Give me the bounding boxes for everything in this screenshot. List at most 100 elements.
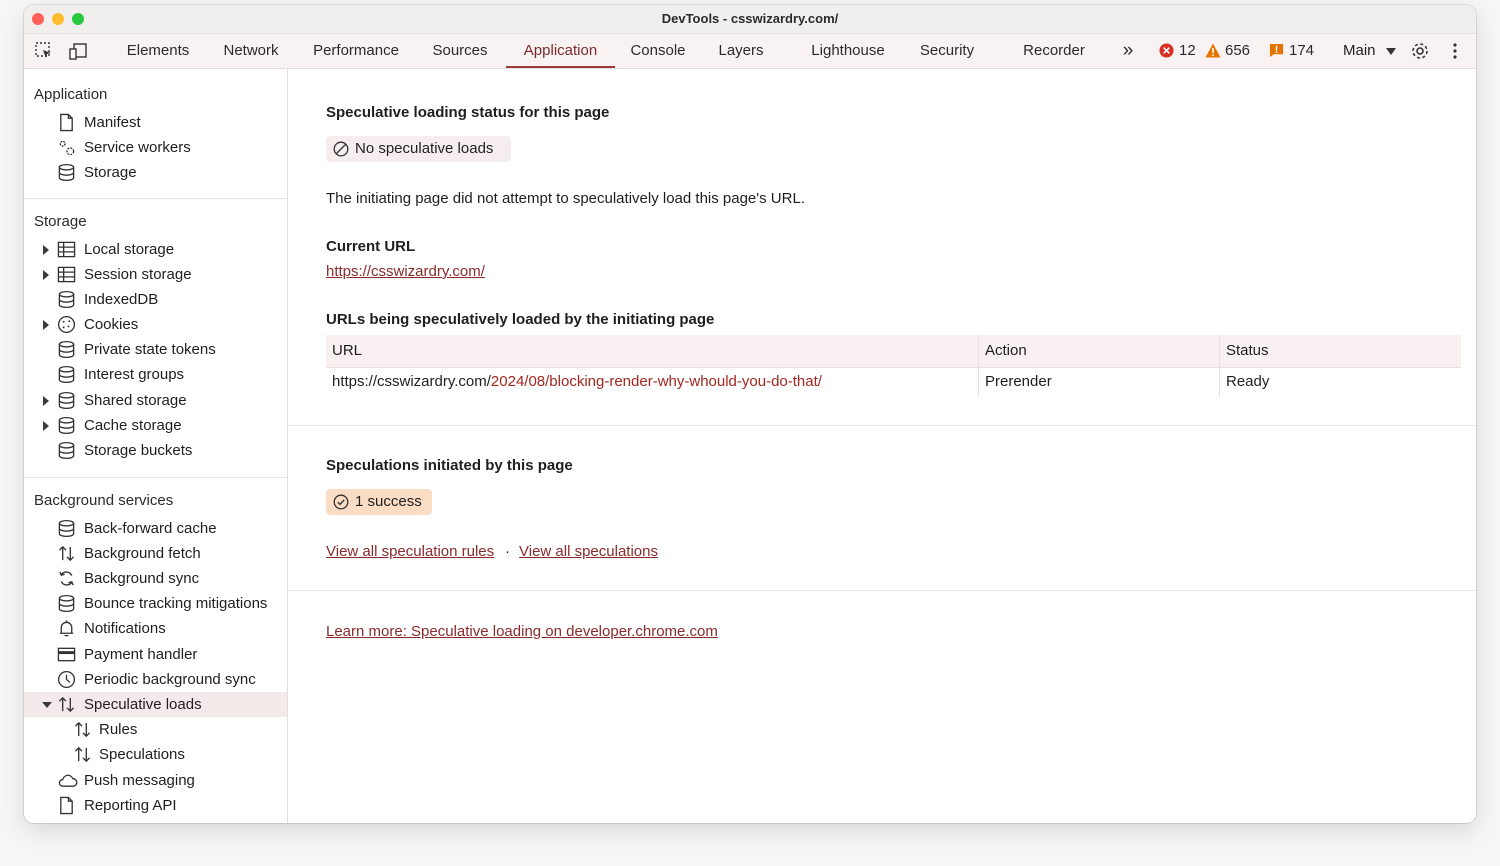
check-circle-icon bbox=[333, 494, 349, 510]
sidebar-item-session-storage[interactable]: Session storage bbox=[24, 262, 287, 287]
sidebar-item-cache-storage[interactable]: Cache storage bbox=[24, 413, 287, 438]
link-separator: · bbox=[505, 543, 510, 560]
column-header-status[interactable]: Status bbox=[1220, 336, 1461, 366]
sidebar-item-private-state-tokens[interactable]: Private state tokens bbox=[24, 337, 287, 362]
inspect-element-icon[interactable] bbox=[34, 41, 54, 61]
sidebar-item-speculations[interactable]: Speculations bbox=[24, 742, 287, 767]
sidebar-item-label: Speculations bbox=[99, 746, 185, 763]
sidebar-item-reporting-api[interactable]: Reporting API bbox=[24, 793, 287, 818]
sidebar-item-payment-handler[interactable]: Payment handler bbox=[24, 642, 287, 667]
sidebar-item-push-messaging[interactable]: Push messaging bbox=[24, 768, 287, 793]
sidebar-item-manifest[interactable]: Manifest bbox=[24, 110, 287, 135]
column-header-url[interactable]: URL bbox=[326, 336, 978, 366]
table-icon bbox=[57, 266, 76, 283]
section-title-application: Application bbox=[34, 86, 108, 103]
tab-recorder[interactable]: Recorder bbox=[1016, 34, 1092, 68]
tab-lighthouse[interactable]: Lighthouse bbox=[802, 34, 894, 68]
dropdown-caret-icon bbox=[1385, 47, 1396, 55]
section-divider bbox=[288, 590, 1476, 591]
tab-sources[interactable]: Sources bbox=[424, 34, 496, 68]
database-icon bbox=[58, 594, 75, 613]
more-tabs-chevron-icon[interactable]: » bbox=[1117, 34, 1139, 68]
application-sidebar: Application Manifest Service workers Sto… bbox=[24, 69, 288, 823]
device-toggle-icon[interactable] bbox=[69, 41, 89, 61]
tab-console[interactable]: Console bbox=[624, 34, 692, 68]
more-options-kebab-icon[interactable] bbox=[1445, 41, 1465, 61]
success-badge: 1 success bbox=[326, 489, 432, 515]
expand-arrow-icon[interactable] bbox=[43, 396, 49, 406]
error-count[interactable]: 12 bbox=[1159, 34, 1203, 68]
warning-count[interactable]: 656 bbox=[1205, 34, 1257, 68]
sidebar-item-label: Bounce tracking mitigations bbox=[84, 595, 268, 612]
sidebar-item-service-workers[interactable]: Service workers bbox=[24, 135, 287, 160]
database-icon bbox=[58, 340, 75, 359]
up-down-arrows-icon bbox=[74, 746, 91, 763]
sidebar-item-label: Speculative loads bbox=[84, 696, 202, 713]
document-icon bbox=[60, 113, 73, 132]
database-icon bbox=[58, 365, 75, 384]
expand-arrow-icon[interactable] bbox=[43, 270, 49, 280]
sidebar-item-periodic-background-sync[interactable]: Periodic background sync bbox=[24, 667, 287, 692]
sidebar-item-local-storage[interactable]: Local storage bbox=[24, 237, 287, 262]
clock-icon bbox=[57, 670, 76, 689]
sidebar-item-label: Cookies bbox=[84, 316, 139, 333]
section-divider bbox=[24, 198, 287, 199]
tab-application[interactable]: Application bbox=[506, 34, 615, 68]
sidebar-item-storage[interactable]: Storage bbox=[24, 160, 287, 185]
sidebar-item-label: Session storage bbox=[84, 266, 192, 283]
context-selector-label: Main bbox=[1343, 42, 1376, 59]
sidebar-item-storage-buckets[interactable]: Storage buckets bbox=[24, 438, 287, 463]
sidebar-item-speculative-loads[interactable]: Speculative loads bbox=[24, 692, 287, 717]
tab-layers[interactable]: Layers bbox=[711, 34, 771, 68]
tab-security[interactable]: Security bbox=[913, 34, 981, 68]
blocked-circle-icon bbox=[333, 141, 349, 157]
sidebar-item-interest-groups[interactable]: Interest groups bbox=[24, 362, 287, 387]
sidebar-item-background-sync[interactable]: Background sync bbox=[24, 566, 287, 591]
gears-icon bbox=[59, 140, 75, 156]
table-row-action: Prerender bbox=[985, 373, 1052, 390]
view-speculations-link[interactable]: View all speculations bbox=[519, 543, 658, 560]
tab-performance[interactable]: Performance bbox=[304, 34, 408, 68]
expand-arrow-icon[interactable] bbox=[43, 245, 49, 255]
expand-arrow-icon[interactable] bbox=[43, 320, 49, 330]
settings-gear-icon[interactable] bbox=[1410, 41, 1430, 61]
expand-arrow-icon[interactable] bbox=[43, 421, 49, 431]
status-badge: No speculative loads bbox=[326, 136, 511, 162]
sidebar-item-back-forward-cache[interactable]: Back-forward cache bbox=[24, 516, 287, 541]
sidebar-item-cookies[interactable]: Cookies bbox=[24, 312, 287, 337]
context-selector[interactable]: Main bbox=[1343, 34, 1396, 68]
sidebar-item-shared-storage[interactable]: Shared storage bbox=[24, 388, 287, 413]
view-speculation-rules-link[interactable]: View all speculation rules bbox=[326, 543, 494, 560]
initiated-heading: Speculations initiated by this page bbox=[326, 457, 573, 474]
table-row-url[interactable]: https://csswizardry.com/2024/08/blocking… bbox=[326, 367, 978, 397]
collapse-arrow-icon[interactable] bbox=[42, 702, 52, 708]
current-url-heading: Current URL bbox=[326, 238, 416, 255]
bell-icon bbox=[59, 620, 74, 637]
section-divider bbox=[24, 477, 287, 478]
main-toolbar: Elements Network Performance Sources App… bbox=[24, 34, 1476, 69]
learn-more-link[interactable]: Learn more: Speculative loading on devel… bbox=[326, 623, 718, 640]
database-icon bbox=[58, 519, 75, 538]
sidebar-item-label: Cache storage bbox=[84, 417, 182, 434]
sidebar-item-background-fetch[interactable]: Background fetch bbox=[24, 541, 287, 566]
current-url-link[interactable]: https://csswizardry.com/ bbox=[326, 263, 485, 280]
sidebar-item-label: Back-forward cache bbox=[84, 520, 217, 537]
database-icon bbox=[58, 163, 75, 182]
sidebar-item-label: Storage bbox=[84, 164, 137, 181]
issue-count[interactable]: 174 bbox=[1269, 34, 1317, 68]
tab-elements[interactable]: Elements bbox=[120, 34, 196, 68]
sidebar-item-indexeddb[interactable]: IndexedDB bbox=[24, 287, 287, 312]
column-header-action[interactable]: Action bbox=[979, 336, 1219, 366]
urls-heading: URLs being speculatively loaded by the i… bbox=[326, 311, 715, 328]
sidebar-item-label: Shared storage bbox=[84, 392, 187, 409]
sidebar-item-bounce-tracking-mitigations[interactable]: Bounce tracking mitigations bbox=[24, 591, 287, 616]
sidebar-item-notifications[interactable]: Notifications bbox=[24, 616, 287, 641]
database-icon bbox=[58, 416, 75, 435]
sidebar-item-rules[interactable]: Rules bbox=[24, 717, 287, 742]
speculative-loads-panel: Speculative loading status for this page… bbox=[288, 69, 1476, 823]
url-base: https://csswizardry.com/ bbox=[332, 373, 491, 390]
sidebar-item-label: Storage buckets bbox=[84, 442, 193, 459]
card-icon bbox=[57, 647, 76, 662]
tab-network[interactable]: Network bbox=[214, 34, 288, 68]
sidebar-item-label: Private state tokens bbox=[84, 341, 216, 358]
